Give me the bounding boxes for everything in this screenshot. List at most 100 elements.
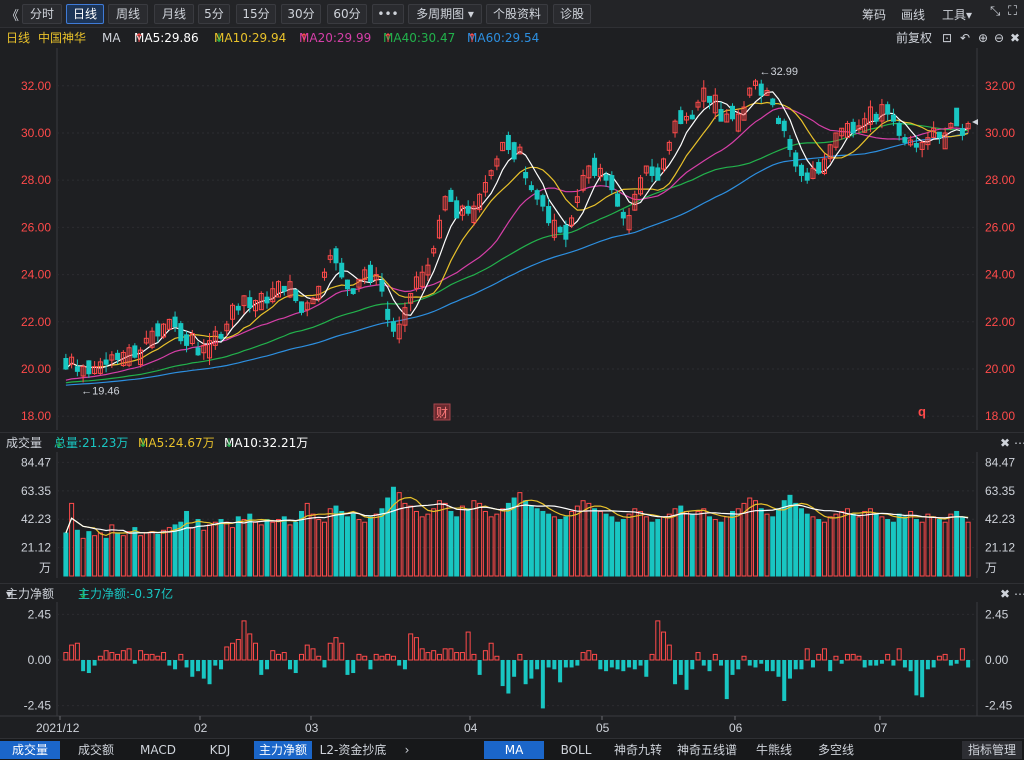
tab-macd[interactable]: MACD bbox=[130, 741, 186, 759]
axes: 32.00 32.00 30.00 30.00 28.00 28.00 26.00 26.00… bbox=[21, 66, 1015, 735]
chevron-right-icon[interactable]: › bbox=[398, 741, 416, 759]
flow-bar bbox=[920, 660, 925, 698]
volume-bar bbox=[643, 516, 649, 577]
tab-main-flow[interactable]: 主力净额 bbox=[254, 741, 312, 759]
flow-bar bbox=[379, 655, 385, 661]
tab-l2-bottom[interactable]: L2-资金抄底 bbox=[316, 741, 390, 759]
flow-bar bbox=[661, 631, 667, 661]
flow-bar bbox=[914, 660, 919, 696]
candle-body bbox=[850, 121, 856, 134]
candle-body bbox=[902, 137, 908, 143]
ma40-line bbox=[65, 122, 969, 384]
candle-body bbox=[178, 323, 184, 342]
tab-kdj[interactable]: KDJ bbox=[192, 741, 248, 759]
flow-bar bbox=[356, 653, 362, 661]
candle-body bbox=[132, 345, 138, 358]
flow-bar bbox=[103, 650, 109, 661]
volume-bar bbox=[775, 508, 781, 577]
x-tick-label: 04 bbox=[464, 721, 478, 735]
flow-tick-label: 0.00 bbox=[985, 653, 1009, 667]
high-annotation: ←32.99 bbox=[759, 66, 798, 78]
volume-bar bbox=[821, 521, 827, 577]
stock-chart[interactable]: 32.00 32.00 30.00 30.00 28.00 28.00 26.00 26.00… bbox=[0, 0, 1024, 738]
volume-bar bbox=[74, 529, 80, 577]
flow-bar bbox=[345, 660, 350, 675]
flow-bar bbox=[419, 648, 425, 661]
candle-body bbox=[339, 262, 345, 278]
tab-long-short[interactable]: 多空线 bbox=[806, 741, 866, 759]
volume-bar bbox=[798, 508, 804, 577]
flow-bar bbox=[868, 660, 873, 666]
volume-bar bbox=[707, 516, 713, 577]
x-tick-label: 2021/12 bbox=[36, 721, 80, 735]
candle-body bbox=[155, 323, 161, 337]
volume-bar bbox=[597, 510, 603, 577]
flow-bar bbox=[821, 648, 827, 661]
flow-bar bbox=[63, 652, 69, 661]
price-tick-label: 26.00 bbox=[985, 220, 1015, 234]
price-tick-label: 18.00 bbox=[21, 409, 51, 423]
candle-body bbox=[184, 334, 190, 346]
flow-bar bbox=[477, 660, 482, 675]
volume-bar bbox=[626, 513, 632, 577]
volume-tick-label: 42.23 bbox=[21, 512, 51, 526]
flow-bar bbox=[931, 660, 936, 668]
volume-bar bbox=[620, 519, 626, 577]
candle-body bbox=[730, 105, 736, 120]
tab-indicator-manage[interactable]: 指标管理 bbox=[962, 741, 1022, 759]
candle-body bbox=[896, 122, 902, 136]
flow-bar bbox=[701, 660, 706, 666]
volume-tick-label: 万 bbox=[39, 561, 51, 575]
flow-bar bbox=[695, 652, 701, 661]
tab-nine-turn[interactable]: 神奇九转 bbox=[608, 741, 668, 759]
flow-bar bbox=[270, 650, 276, 661]
flow-bar bbox=[753, 660, 758, 668]
tab-turnover[interactable]: 成交额 bbox=[66, 741, 126, 759]
price-tick-label: 20.00 bbox=[985, 362, 1015, 376]
volume-bar bbox=[425, 513, 431, 577]
flow-bar bbox=[896, 648, 902, 661]
flow-bar bbox=[736, 660, 741, 670]
flow-bar bbox=[178, 653, 184, 661]
candle-body bbox=[609, 175, 615, 191]
flow-bar bbox=[390, 655, 396, 661]
volume-bar bbox=[954, 510, 960, 577]
volume-bar bbox=[747, 497, 753, 577]
price-tick-label: 24.00 bbox=[985, 268, 1015, 282]
event-marker-label: 财 bbox=[436, 406, 448, 420]
candle-body bbox=[367, 264, 373, 283]
tab-bull-bear[interactable]: 牛熊线 bbox=[746, 741, 802, 759]
flow-bar bbox=[115, 653, 121, 661]
tab-five-line[interactable]: 神奇五线谱 bbox=[672, 741, 742, 759]
flow-bar bbox=[724, 660, 729, 700]
flow-bar bbox=[839, 660, 844, 664]
flow-tick-label: -2.45 bbox=[24, 699, 52, 713]
volume-bar bbox=[959, 516, 965, 577]
candle-body bbox=[758, 83, 764, 96]
volume-bar bbox=[132, 527, 138, 577]
flow-bar bbox=[966, 660, 971, 668]
flow-tick-label: 0.00 bbox=[28, 653, 52, 667]
flow-bar bbox=[161, 652, 167, 661]
flow-bar bbox=[132, 660, 137, 664]
tab-boll[interactable]: BOLL bbox=[548, 741, 604, 759]
candle-body bbox=[103, 359, 109, 365]
candle-body bbox=[344, 279, 350, 290]
flow-bar bbox=[322, 660, 327, 668]
volume-bar bbox=[684, 510, 690, 577]
flow-bar bbox=[517, 653, 523, 661]
flow-bar bbox=[649, 653, 655, 661]
volume-bar bbox=[689, 513, 695, 577]
tab-ma[interactable]: MA bbox=[484, 741, 544, 759]
candle-body bbox=[528, 185, 534, 191]
tab-volume[interactable]: 成交量 bbox=[0, 741, 60, 759]
candle-body bbox=[454, 200, 460, 219]
flow-bar bbox=[644, 660, 649, 677]
flow-bar bbox=[333, 637, 339, 661]
volume-bar bbox=[936, 519, 942, 577]
flow-bar bbox=[719, 660, 724, 666]
flow-bar bbox=[81, 660, 86, 672]
price-tick-label: 28.00 bbox=[21, 173, 51, 187]
flow-bar bbox=[293, 660, 298, 674]
volume-bar bbox=[103, 537, 109, 577]
